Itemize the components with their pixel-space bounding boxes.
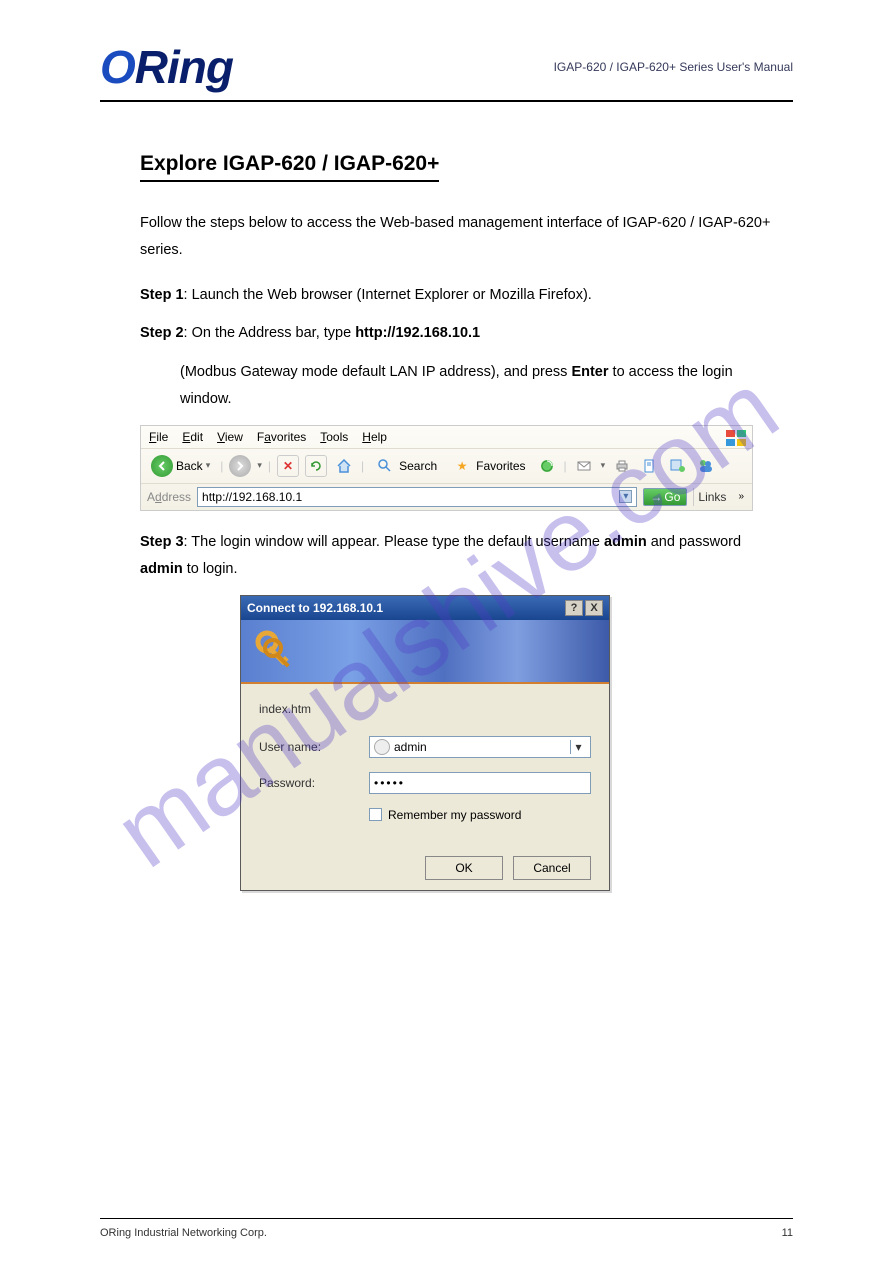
step3-text2: and password — [647, 534, 741, 550]
menu-file[interactable]: FFileile — [149, 430, 168, 444]
password-value: ••••• — [374, 776, 405, 790]
step-2-line2: (Modbus Gateway mode default LAN IP addr… — [180, 359, 773, 413]
menu-tools[interactable]: Tools — [320, 430, 348, 444]
step2-label: Step 2 — [140, 325, 184, 341]
step2-text-b: (Modbus Gateway mode default LAN IP addr… — [180, 364, 571, 380]
oring-logo: ORing — [100, 41, 233, 93]
footer-page-number: 11 — [782, 1227, 793, 1239]
back-button[interactable]: Back ▾ — [147, 453, 214, 479]
step3-pass: admin — [140, 561, 183, 577]
step-2: Step 2: On the Address bar, type http://… — [140, 320, 773, 347]
page-footer: ORing Industrial Networking Corp. 11 — [100, 1218, 793, 1239]
username-input[interactable]: admin ▾ — [369, 736, 591, 758]
links-label[interactable]: Links — [693, 488, 730, 506]
windows-flag-icon — [724, 428, 750, 450]
media-button[interactable] — [536, 455, 558, 477]
remember-checkbox[interactable] — [369, 808, 382, 821]
ie-button-row: Back ▾ | ▾ | ✕ | Search ★ Favorites | — [141, 449, 752, 484]
remember-label: Remember my password — [388, 808, 521, 822]
address-dropdown-icon[interactable]: ▾ — [619, 490, 632, 503]
username-dropdown-icon[interactable]: ▾ — [570, 740, 586, 754]
address-label: Address — [147, 490, 191, 504]
search-icon — [374, 455, 396, 477]
intro-product: IGAP-620 / IGAP-620+ — [623, 215, 771, 231]
step3-user: admin — [604, 534, 647, 550]
dialog-help-button[interactable]: ? — [565, 600, 583, 616]
print-button[interactable] — [611, 455, 633, 477]
keys-icon — [251, 626, 301, 676]
logo-ring: Ring — [135, 41, 233, 93]
connect-dialog: Connect to 192.168.10.1 ? X — [240, 595, 610, 891]
step2-url: http://192.168.10.1 — [355, 325, 480, 341]
mail-button[interactable] — [573, 455, 595, 477]
menu-view[interactable]: View — [217, 430, 243, 444]
dialog-realm: index.htm — [259, 702, 591, 716]
back-label: Back — [176, 459, 203, 473]
password-input[interactable]: ••••• — [369, 772, 591, 794]
star-icon: ★ — [451, 455, 473, 477]
username-row: User name: admin ▾ — [259, 736, 591, 758]
step-1: Step 1: Launch the Web browser (Internet… — [140, 282, 773, 309]
dialog-title: Connect to 192.168.10.1 — [247, 601, 383, 615]
dialog-close-button[interactable]: X — [585, 600, 603, 616]
go-button[interactable]: → Go — [643, 488, 687, 506]
ie-address-row: Address http://192.168.10.1 ▾ → Go Links… — [141, 484, 752, 510]
go-label: Go — [664, 490, 680, 504]
user-icon — [374, 739, 390, 755]
ie-toolbar-screenshot: FFileile Edit View Favorites Tools Help … — [140, 425, 753, 511]
remember-password-row: Remember my password — [369, 808, 591, 822]
favorites-button[interactable]: ★ Favorites — [447, 453, 529, 479]
home-button[interactable] — [333, 455, 355, 477]
go-arrow-icon: → — [650, 490, 662, 504]
dialog-banner — [241, 620, 609, 684]
intro-text: Follow the steps below to access the Web… — [140, 210, 773, 264]
page-header: ORing IGAP-620 / IGAP-620+ Series User's… — [100, 40, 793, 102]
search-label: Search — [399, 459, 437, 473]
menu-edit[interactable]: Edit — [182, 430, 203, 444]
logo-o: O — [100, 41, 135, 93]
back-icon — [151, 455, 173, 477]
discuss-button[interactable] — [667, 455, 689, 477]
step-3: Step 3: The login window will appear. Pl… — [140, 529, 773, 583]
dialog-body: index.htm User name: admin ▾ Password: •… — [241, 684, 609, 890]
search-button[interactable]: Search — [370, 453, 441, 479]
refresh-button[interactable] — [305, 455, 327, 477]
links-chevron-icon[interactable]: » — [736, 491, 746, 502]
step1-text: : Launch the Web browser (Internet Explo… — [184, 287, 592, 303]
favorites-label: Favorites — [476, 459, 525, 473]
forward-button[interactable] — [229, 455, 251, 477]
username-label: User name: — [259, 740, 369, 754]
ok-button[interactable]: OK — [425, 856, 503, 880]
step1-label: Step 1 — [140, 287, 184, 303]
dialog-titlebar: Connect to 192.168.10.1 ? X — [241, 596, 609, 620]
step3-text: : The login window will appear. Please t… — [184, 534, 605, 550]
cancel-button[interactable]: Cancel — [513, 856, 591, 880]
intro-suffix: series. — [140, 242, 183, 258]
section-title: Explore IGAP-620 / IGAP-620+ — [140, 152, 439, 182]
dialog-button-row: OK Cancel — [259, 848, 591, 880]
step3-label: Step 3 — [140, 534, 184, 550]
menu-favorites[interactable]: Favorites — [257, 430, 306, 444]
address-value: http://192.168.10.1 — [202, 490, 302, 504]
menu-help[interactable]: Help — [362, 430, 387, 444]
username-value: admin — [394, 740, 427, 754]
header-product-name: IGAP-620 / IGAP-620+ Series User's Manua… — [554, 60, 793, 74]
stop-button[interactable]: ✕ — [277, 455, 299, 477]
address-input[interactable]: http://192.168.10.1 ▾ — [197, 487, 637, 507]
password-label: Password: — [259, 776, 369, 790]
edit-button[interactable] — [639, 455, 661, 477]
step2-enter: Enter — [571, 364, 608, 380]
ie-menubar: FFileile Edit View Favorites Tools Help — [141, 426, 752, 449]
intro-prefix: Follow the steps below to access the Web… — [140, 215, 623, 231]
step2-text-a: : On the Address bar, type — [184, 325, 352, 341]
step3-text3: to login. — [183, 561, 238, 577]
password-row: Password: ••••• — [259, 772, 591, 794]
footer-left: ORing Industrial Networking Corp. — [100, 1227, 267, 1239]
messenger-button[interactable] — [695, 455, 717, 477]
